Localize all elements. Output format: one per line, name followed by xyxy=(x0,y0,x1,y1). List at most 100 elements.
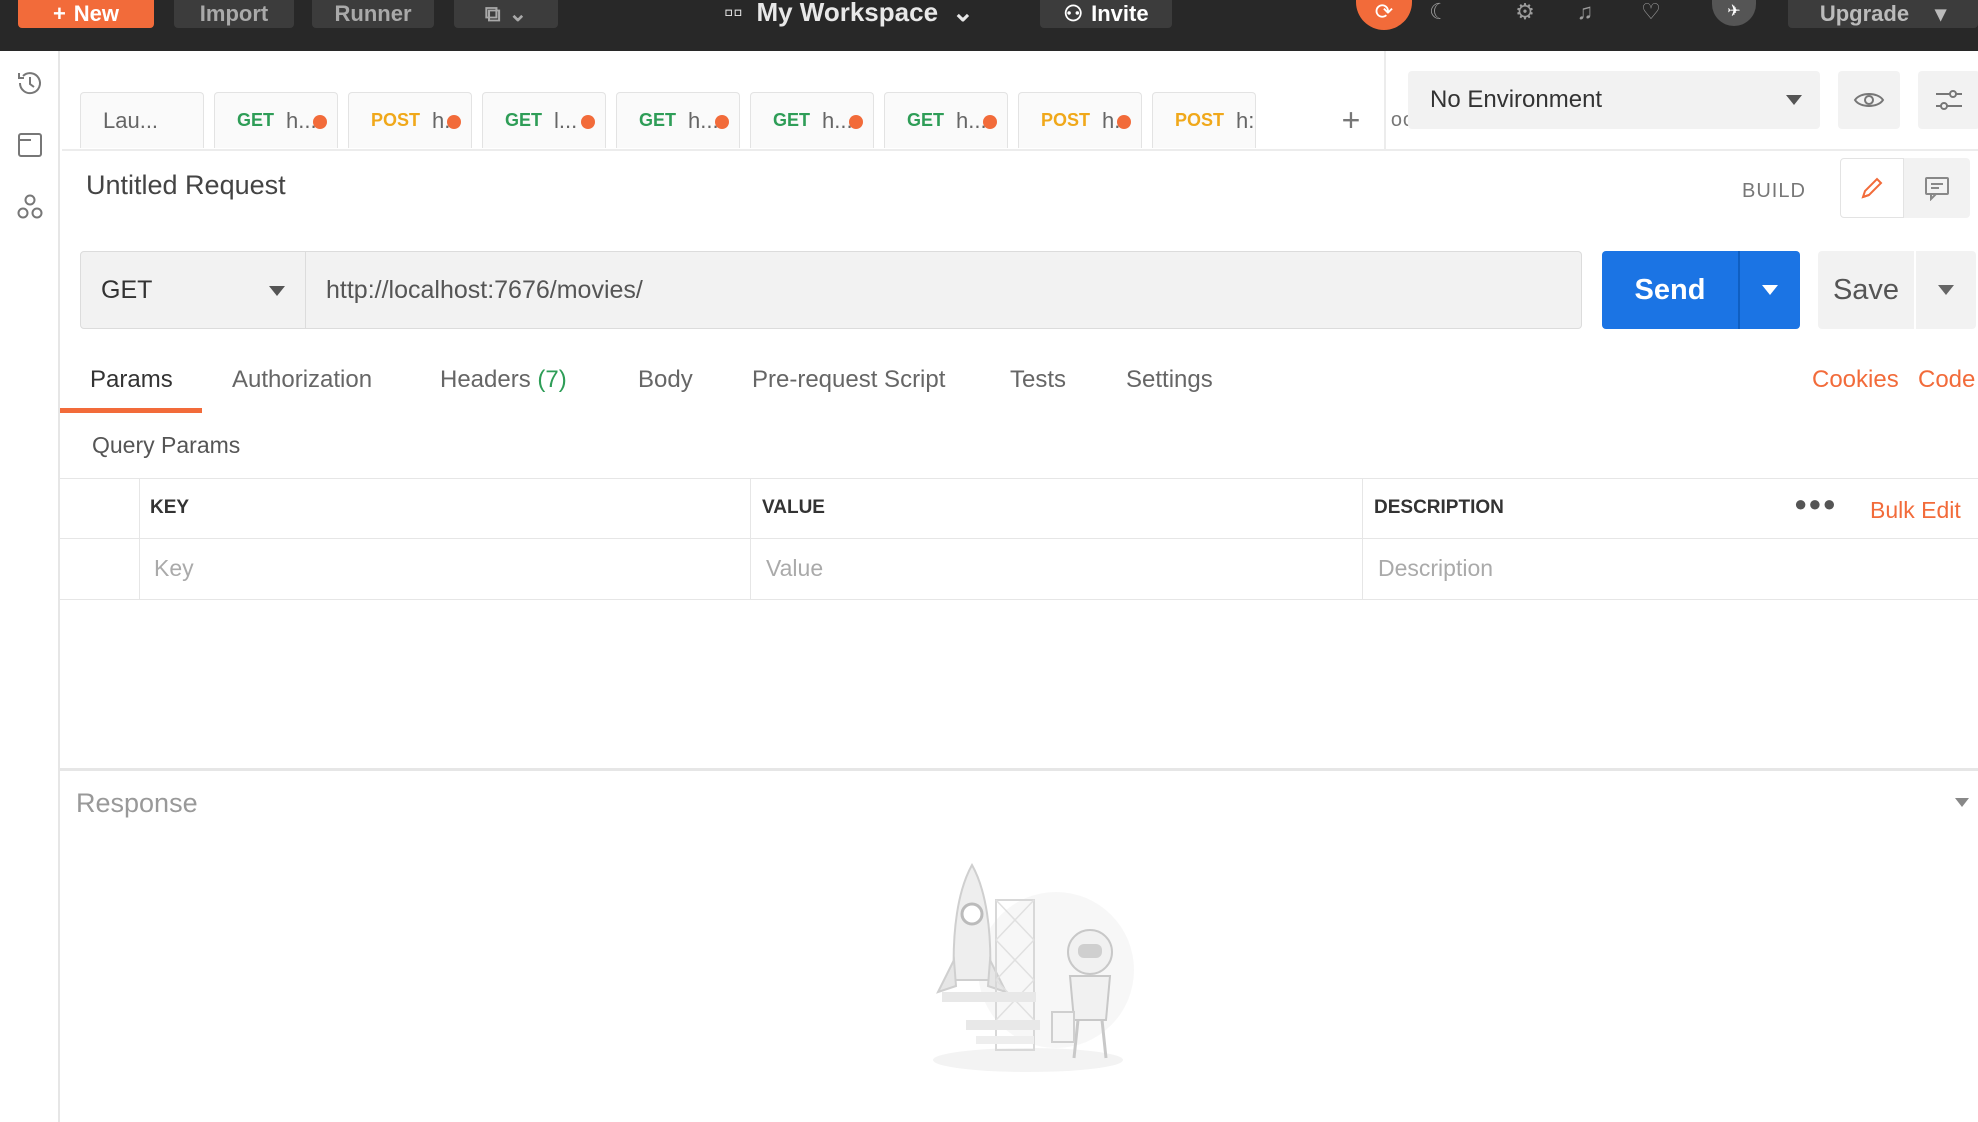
caret-down-icon xyxy=(1786,95,1802,105)
tab-settings[interactable]: Settings xyxy=(1126,366,1213,394)
tab-method: POST xyxy=(1041,110,1091,130)
add-user-icon: ⚇ xyxy=(1063,1,1084,26)
unsaved-dot-icon xyxy=(1117,115,1131,129)
environment-bar: No Environment xyxy=(1384,51,1978,151)
unsaved-dot-icon xyxy=(313,115,327,129)
request-tab-launchpad[interactable]: Lau... xyxy=(80,92,204,148)
notification-bell-icon[interactable]: ♫ xyxy=(1568,0,1602,24)
import-button[interactable]: Import xyxy=(174,0,294,28)
tab-params[interactable]: Params xyxy=(90,366,173,394)
request-tab[interactable]: POST h: xyxy=(1152,92,1256,148)
settings-gear-icon[interactable]: ⚙ xyxy=(1508,0,1542,24)
tab-method: GET xyxy=(639,110,677,130)
column-header-key: KEY xyxy=(150,497,190,518)
response-divider[interactable] xyxy=(60,768,1978,771)
tab-pre-request-script[interactable]: Pre-request Script xyxy=(752,366,945,394)
build-mode-label: BUILD xyxy=(1742,180,1806,202)
new-tab-plus-icon[interactable]: + xyxy=(1324,92,1378,148)
tab-headers[interactable]: Headers (7) xyxy=(440,366,567,394)
request-title[interactable]: Untitled Request xyxy=(86,170,286,201)
collapse-response-caret-icon[interactable] xyxy=(1955,798,1969,807)
tab-headers-label: Headers xyxy=(440,366,531,393)
avatar[interactable]: ✈ xyxy=(1712,0,1756,26)
tab-label: h... xyxy=(286,107,317,133)
request-tabs-bar: Lau... GET h... POST h. GET l... GET h..… xyxy=(62,51,1426,151)
query-params-heading: Query Params xyxy=(92,432,241,458)
request-tab[interactable]: POST h. xyxy=(348,92,472,148)
column-header-description: DESCRIPTION xyxy=(1374,497,1504,518)
send-button[interactable]: Send xyxy=(1602,251,1738,329)
invite-button-label: Invite xyxy=(1091,1,1149,26)
runner-button[interactable]: Runner xyxy=(312,0,434,28)
tab-authorization[interactable]: Authorization xyxy=(232,366,372,394)
more-options-icon[interactable]: ●●● xyxy=(1794,491,1837,517)
bulk-edit-link[interactable]: Bulk Edit xyxy=(1870,497,1961,524)
tab-body[interactable]: Body xyxy=(638,366,693,394)
environment-select[interactable]: No Environment xyxy=(1408,71,1820,129)
request-tab[interactable]: GET h... xyxy=(616,92,740,148)
send-options-caret-icon[interactable] xyxy=(1738,251,1800,329)
history-icon[interactable] xyxy=(12,65,48,101)
tab-method: GET xyxy=(907,110,945,130)
request-tab[interactable]: GET h... xyxy=(214,92,338,148)
request-tab[interactable]: GET h... xyxy=(884,92,1008,148)
key-input[interactable]: Key xyxy=(154,555,194,582)
unsaved-dot-icon xyxy=(581,115,595,129)
apis-icon[interactable] xyxy=(12,189,48,225)
capture-requests-icon[interactable]: ☾ xyxy=(1422,0,1456,24)
workspace-label: My Workspace xyxy=(756,0,939,27)
chevron-down-icon: ▾ xyxy=(1935,1,1947,26)
sync-icon[interactable]: ⟳ xyxy=(1356,0,1412,30)
code-link[interactable]: Code xyxy=(1918,366,1975,394)
edit-pencil-icon[interactable] xyxy=(1840,158,1904,218)
new-button[interactable]: + New xyxy=(18,0,154,28)
plus-icon: + xyxy=(52,1,66,26)
tab-tests[interactable]: Tests xyxy=(1010,366,1066,394)
request-tab[interactable]: GET l... xyxy=(482,92,606,148)
new-button-label: New xyxy=(73,1,120,26)
rocket-astronaut-illustration xyxy=(906,860,1146,1080)
description-input[interactable]: Description xyxy=(1378,555,1493,582)
chevron-down-icon: ⌄ xyxy=(952,0,974,27)
environment-quick-look-eye-icon[interactable] xyxy=(1838,71,1900,129)
unsaved-dot-icon xyxy=(849,115,863,129)
request-url-input[interactable]: http://localhost:7676/movies/ xyxy=(306,251,1582,329)
request-tab[interactable]: POST h. xyxy=(1018,92,1142,148)
http-method-value: GET xyxy=(101,275,153,304)
save-button[interactable]: Save xyxy=(1818,251,1914,329)
collections-icon[interactable] xyxy=(12,127,48,163)
workspace-switcher[interactable]: ▫▫ My Workspace ⌄ xyxy=(724,0,974,27)
tab-label: h... xyxy=(822,107,853,133)
chevron-down-icon: ⌄ xyxy=(508,1,528,26)
tab-method: GET xyxy=(237,110,275,130)
tab-method: POST xyxy=(1175,110,1225,130)
query-params-table: KEY VALUE DESCRIPTION ●●● Bulk Edit Key … xyxy=(60,478,1978,600)
table-row-divider xyxy=(60,538,1978,539)
tab-label: Lau... xyxy=(103,107,159,133)
tab-method: POST xyxy=(371,110,421,130)
new-window-button[interactable]: ⧉ ⌄ xyxy=(454,0,558,28)
column-divider xyxy=(1362,479,1363,600)
tab-label: h... xyxy=(956,107,987,133)
request-tab[interactable]: GET h... xyxy=(750,92,874,148)
upgrade-button-label: Upgrade xyxy=(1819,1,1910,26)
manage-environments-sliders-icon[interactable] xyxy=(1918,71,1978,129)
tab-label: h... xyxy=(688,107,719,133)
comments-icon[interactable] xyxy=(1904,158,1970,218)
column-divider xyxy=(139,479,140,600)
top-header-bar: + New Import Runner ⧉ ⌄ ▫▫ My Workspace … xyxy=(0,0,1978,51)
save-options-caret-icon[interactable] xyxy=(1916,251,1976,329)
tab-headers-count: (7) xyxy=(537,366,567,393)
heart-icon[interactable]: ♡ xyxy=(1634,0,1668,24)
environment-value: No Environment xyxy=(1430,86,1603,113)
cookies-link[interactable]: Cookies xyxy=(1812,366,1899,394)
left-sidebar xyxy=(0,51,60,1122)
caret-down-icon xyxy=(269,286,285,296)
http-method-select[interactable]: GET xyxy=(80,251,306,329)
tab-method: GET xyxy=(505,110,543,130)
unsaved-dot-icon xyxy=(983,115,997,129)
column-divider xyxy=(750,479,751,600)
value-input[interactable]: Value xyxy=(766,555,823,582)
upgrade-button[interactable]: Upgrade ▾ xyxy=(1788,0,1978,28)
invite-button[interactable]: ⚇ Invite xyxy=(1040,0,1172,28)
